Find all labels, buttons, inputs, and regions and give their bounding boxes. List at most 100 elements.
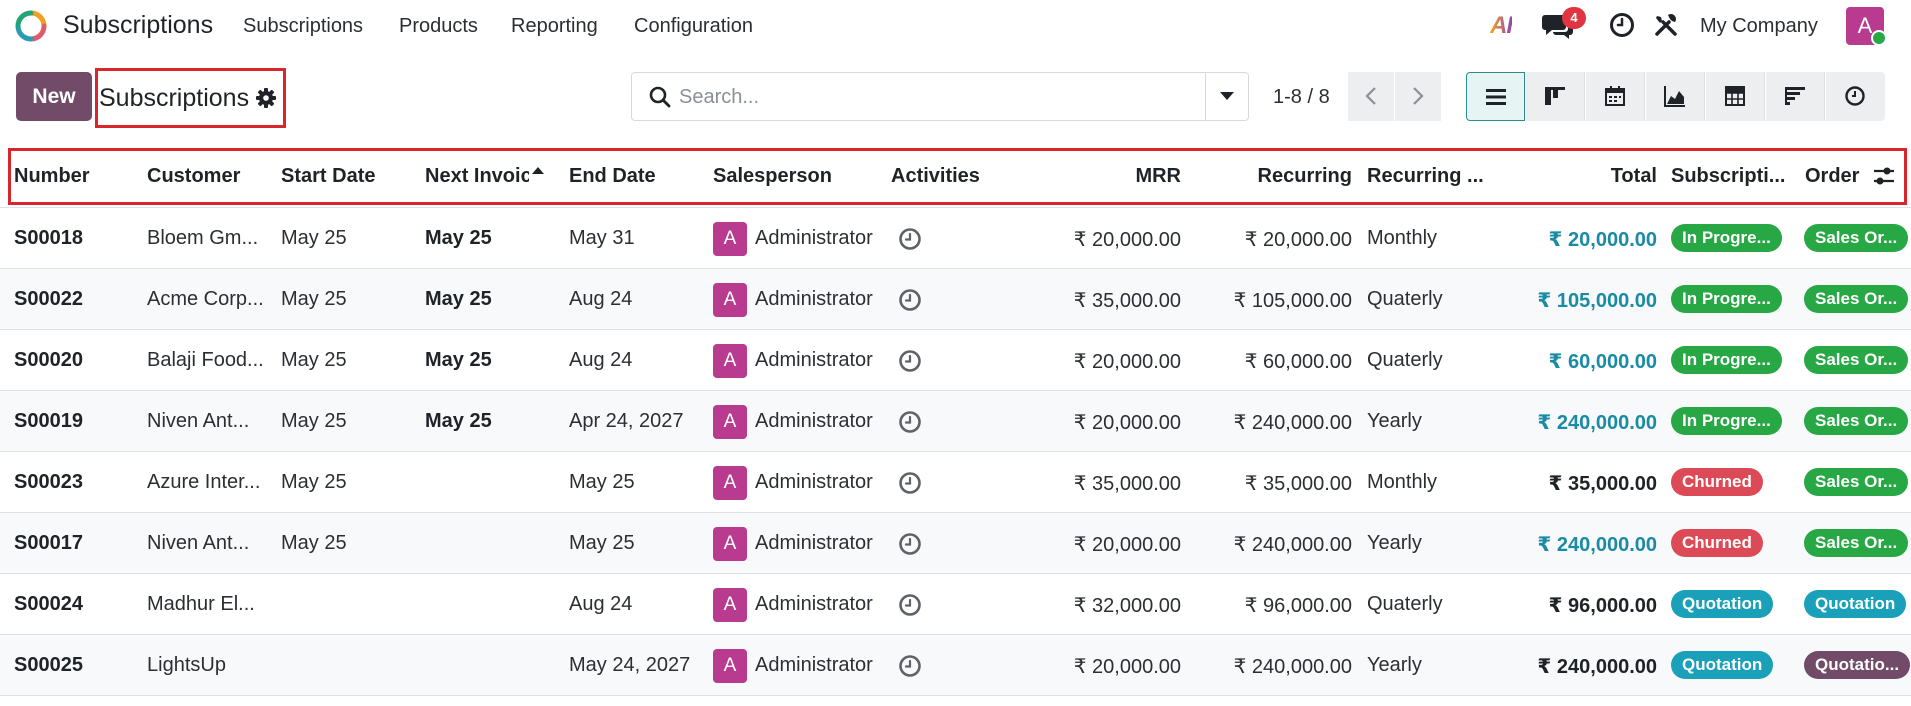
- top-navbar: Subscriptions Subscriptions Products Rep…: [0, 0, 1911, 54]
- table-row[interactable]: S00022 Acme Corp... May 25 May 25 Aug 24…: [0, 269, 1911, 330]
- cell-start-date: May 25: [281, 410, 347, 432]
- ai-assistant-button[interactable]: AI: [1490, 12, 1513, 40]
- search-divider: [1205, 73, 1206, 120]
- cell-end-date: Apr 24, 2027: [569, 410, 684, 432]
- optional-columns-sliders-icon[interactable]: [1872, 165, 1896, 187]
- cohort-view-button[interactable]: [1766, 72, 1825, 121]
- list-view-button[interactable]: [1466, 72, 1525, 121]
- cell-mrr: ₹ 20,000.00: [1073, 229, 1181, 251]
- subscription-status-badge: In Progre...: [1671, 407, 1782, 435]
- cell-recurring: ₹ 60,000.00: [1244, 351, 1352, 373]
- order-status-badge: Sales Or...: [1804, 346, 1909, 374]
- menu-products[interactable]: Products: [399, 15, 478, 38]
- cell-customer: Acme Corp...: [147, 288, 264, 310]
- column-header-order[interactable]: Order: [1805, 165, 1867, 188]
- order-status-badge: Sales Or...: [1804, 224, 1909, 252]
- activity-clock-icon[interactable]: [898, 349, 922, 373]
- activity-clock-icon[interactable]: [898, 532, 922, 556]
- debug-tools-icon[interactable]: [1653, 12, 1679, 38]
- salesperson-avatar: A: [713, 466, 747, 500]
- menu-reporting[interactable]: Reporting: [511, 15, 598, 38]
- pivot-view-button[interactable]: [1706, 72, 1765, 121]
- column-header-recurring-plan[interactable]: Recurring ...: [1367, 165, 1497, 188]
- cell-number: S00024: [14, 593, 83, 615]
- cell-mrr: ₹ 20,000.00: [1073, 534, 1181, 556]
- gear-icon[interactable]: [255, 87, 277, 109]
- column-header-number[interactable]: Number: [14, 165, 134, 188]
- menu-subscriptions[interactable]: Subscriptions: [243, 15, 363, 38]
- cell-salesperson: Administrator: [755, 654, 873, 676]
- salesperson-avatar: A: [713, 222, 747, 256]
- cell-mrr: ₹ 35,000.00: [1073, 473, 1181, 495]
- column-header-activities[interactable]: Activities: [891, 165, 1041, 188]
- table-row[interactable]: S00025 LightsUp May 24, 2027 A Administr…: [0, 635, 1911, 696]
- subscriptions-app-logo-icon[interactable]: [14, 9, 48, 43]
- salesperson-avatar: A: [713, 344, 747, 378]
- cell-total: ₹ 240,000.00: [1537, 534, 1657, 556]
- cell-end-date: Aug 24: [569, 349, 633, 371]
- activity-clock-icon[interactable]: [898, 471, 922, 495]
- activity-clock-icon[interactable]: [1609, 12, 1635, 38]
- activity-clock-icon[interactable]: [898, 410, 922, 434]
- subscription-status-badge: Quotation: [1671, 590, 1774, 618]
- column-header-total[interactable]: Total: [1500, 165, 1657, 188]
- list-view-icon: [1486, 89, 1506, 105]
- cell-total: ₹ 240,000.00: [1537, 412, 1657, 434]
- cell-salesperson: Administrator: [755, 593, 873, 615]
- order-status-badge: Sales Or...: [1804, 529, 1909, 557]
- menu-configuration[interactable]: Configuration: [634, 15, 753, 38]
- pager-next-button[interactable]: [1395, 72, 1441, 121]
- column-header-next-invoice[interactable]: Next Invoice: [425, 165, 529, 188]
- cell-customer: Bloem Gm...: [147, 227, 259, 249]
- activity-view-button[interactable]: [1826, 72, 1885, 121]
- search-input[interactable]: [679, 81, 1159, 113]
- cell-recurring-plan: Yearly: [1367, 532, 1422, 554]
- column-header-start-date[interactable]: Start Date: [281, 165, 411, 188]
- pager-value[interactable]: 1-8 / 8: [1273, 86, 1330, 109]
- cell-next-invoice: May 25: [425, 349, 492, 371]
- new-button[interactable]: New: [16, 72, 92, 121]
- order-status-badge: Quotation: [1804, 590, 1907, 618]
- activity-clock-icon[interactable]: [898, 593, 922, 617]
- table-row[interactable]: S00017 Niven Ant... May 25 May 25 A Admi…: [0, 513, 1911, 574]
- cell-next-invoice: May 25: [425, 227, 492, 249]
- cell-mrr: ₹ 35,000.00: [1073, 290, 1181, 312]
- pager-previous-button[interactable]: [1348, 72, 1394, 121]
- column-header-subscription-status[interactable]: Subscripti...: [1671, 165, 1793, 188]
- column-header-salesperson[interactable]: Salesperson: [713, 165, 863, 188]
- column-header-customer[interactable]: Customer: [147, 165, 267, 188]
- cell-number: S00020: [14, 349, 83, 371]
- subscription-status-badge: Churned: [1671, 529, 1763, 557]
- column-header-recurring[interactable]: Recurring: [1190, 165, 1352, 188]
- cell-recurring-plan: Quaterly: [1367, 593, 1443, 615]
- table-row[interactable]: S00023 Azure Inter... May 25 May 25 A Ad…: [0, 452, 1911, 513]
- order-status-badge: Quotatio...: [1804, 651, 1911, 679]
- graph-view-button[interactable]: [1646, 72, 1705, 121]
- cell-recurring: ₹ 240,000.00: [1233, 412, 1352, 434]
- cell-recurring-plan: Monthly: [1367, 227, 1438, 249]
- search-options-caret-icon[interactable]: [1220, 92, 1234, 100]
- activity-clock-icon[interactable]: [898, 654, 922, 678]
- cell-end-date: May 31: [569, 227, 635, 249]
- column-header-mrr[interactable]: MRR: [1060, 165, 1181, 188]
- cell-salesperson: Administrator: [755, 227, 873, 249]
- activity-clock-icon[interactable]: [898, 288, 922, 312]
- column-header-end-date[interactable]: End Date: [569, 165, 699, 188]
- table-row[interactable]: S00019 Niven Ant... May 25 May 25 Apr 24…: [0, 391, 1911, 452]
- table-row[interactable]: S00020 Balaji Food... May 25 May 25 Aug …: [0, 330, 1911, 391]
- calendar-view-button[interactable]: [1586, 72, 1645, 121]
- cell-number: S00018: [14, 227, 83, 249]
- area-chart-icon: [1664, 86, 1685, 107]
- activity-clock-icon[interactable]: [898, 227, 922, 251]
- company-switcher[interactable]: My Company: [1700, 15, 1818, 38]
- table-row[interactable]: S00018 Bloem Gm... May 25 May 25 May 31 …: [0, 208, 1911, 269]
- app-title[interactable]: Subscriptions: [63, 11, 213, 40]
- cell-next-invoice: May 25: [425, 410, 492, 432]
- cell-mrr: ₹ 20,000.00: [1073, 412, 1181, 434]
- kanban-view-button[interactable]: [1526, 72, 1585, 121]
- cell-recurring-plan: Yearly: [1367, 410, 1422, 432]
- cell-recurring: ₹ 20,000.00: [1244, 229, 1352, 251]
- cell-end-date: May 25: [569, 532, 635, 554]
- chevron-left-icon: [1365, 87, 1376, 105]
- table-row[interactable]: S00024 Madhur El... Aug 24 A Administrat…: [0, 574, 1911, 635]
